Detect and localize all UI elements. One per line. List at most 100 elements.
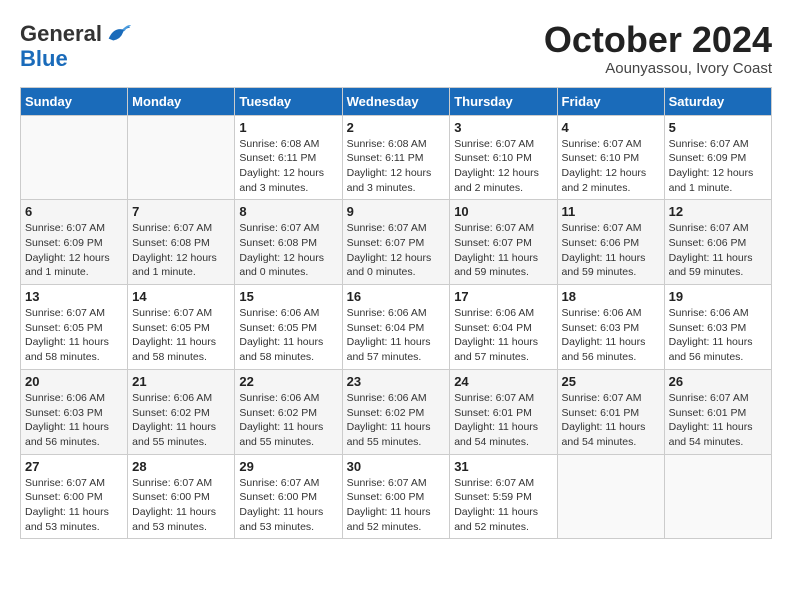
table-row: 5Sunrise: 6:07 AM Sunset: 6:09 PM Daylig… [664, 115, 771, 200]
table-row: 11 Sunrise: 6:07 AM Sunset: 6:06 PM Dayli… [557, 200, 664, 285]
header-thursday: Thursday [450, 87, 557, 115]
table-row [664, 454, 771, 539]
table-row: 16 Sunrise: 6:06 AM Sunset: 6:04 PM Dayli… [342, 285, 450, 370]
table-row: 9 Sunrise: 6:07 AM Sunset: 6:07 PM Daylig… [342, 200, 450, 285]
table-row: 18Sunrise: 6:06 AM Sunset: 6:03 PM Dayli… [557, 285, 664, 370]
table-row: 3Sunrise: 6:07 AM Sunset: 6:10 PM Daylig… [450, 115, 557, 200]
table-row: 6 Sunrise: 6:07 AM Sunset: 6:09 PM Daylig… [21, 200, 128, 285]
header-monday: Monday [128, 87, 235, 115]
day-number: 8 [239, 204, 337, 219]
day-info: Sunrise: 6:07 AM Sunset: 6:08 PM Dayligh… [132, 221, 230, 280]
table-row: 13 Sunrise: 6:07 AM Sunset: 6:05 PM Dayli… [21, 285, 128, 370]
table-row: 22 Sunrise: 6:06 AM Sunset: 6:02 PM Dayli… [235, 369, 342, 454]
table-row: 7Sunrise: 6:07 AM Sunset: 6:08 PM Daylig… [128, 200, 235, 285]
header-wednesday: Wednesday [342, 87, 450, 115]
table-row: 23 Sunrise: 6:06 AM Sunset: 6:02 PM Dayli… [342, 369, 450, 454]
day-info: Sunrise: 6:07 AM Sunset: 6:10 PM Dayligh… [562, 137, 660, 196]
header-sunday: Sunday [21, 87, 128, 115]
table-row: 28 Sunrise: 6:07 AM Sunset: 6:00 PM Dayli… [128, 454, 235, 539]
day-number: 21 [132, 374, 230, 389]
table-row: 20 Sunrise: 6:06 AM Sunset: 6:03 PM Dayli… [21, 369, 128, 454]
day-number: 13 [25, 289, 123, 304]
table-row: 10 Sunrise: 6:07 AM Sunset: 6:07 PM Dayli… [450, 200, 557, 285]
logo-bird-icon [104, 20, 132, 48]
calendar-week-row: 1Sunrise: 6:08 AM Sunset: 6:11 PM Daylig… [21, 115, 772, 200]
day-info: Sunrise: 6:07 AM Sunset: 5:59 PM Dayligh… [454, 476, 552, 535]
month-title: October 2024 [544, 20, 772, 60]
table-row: 2 Sunrise: 6:08 AM Sunset: 6:11 PM Daylig… [342, 115, 450, 200]
day-number: 31 [454, 459, 552, 474]
day-info: Sunrise: 6:06 AM Sunset: 6:02 PM Dayligh… [239, 391, 337, 450]
day-info: Sunrise: 6:07 AM Sunset: 6:06 PM Dayligh… [669, 221, 767, 280]
logo: General Blue [20, 20, 132, 71]
table-row: 8Sunrise: 6:07 AM Sunset: 6:08 PM Daylig… [235, 200, 342, 285]
day-info: Sunrise: 6:06 AM Sunset: 6:02 PM Dayligh… [132, 391, 230, 450]
calendar-table: Sunday Monday Tuesday Wednesday Thursday… [20, 87, 772, 540]
table-row: 14 Sunrise: 6:07 AM Sunset: 6:05 PM Dayli… [128, 285, 235, 370]
table-row: 30Sunrise: 6:07 AM Sunset: 6:00 PM Dayli… [342, 454, 450, 539]
table-row: 19Sunrise: 6:06 AM Sunset: 6:03 PM Dayli… [664, 285, 771, 370]
day-number: 22 [239, 374, 337, 389]
table-row: 15 Sunrise: 6:06 AM Sunset: 6:05 PM Dayli… [235, 285, 342, 370]
table-row: 27Sunrise: 6:07 AM Sunset: 6:00 PM Dayli… [21, 454, 128, 539]
day-info: Sunrise: 6:07 AM Sunset: 6:01 PM Dayligh… [454, 391, 552, 450]
day-info: Sunrise: 6:08 AM Sunset: 6:11 PM Dayligh… [347, 137, 446, 196]
table-row [21, 115, 128, 200]
day-info: Sunrise: 6:07 AM Sunset: 6:07 PM Dayligh… [454, 221, 552, 280]
day-info: Sunrise: 6:06 AM Sunset: 6:02 PM Dayligh… [347, 391, 446, 450]
table-row: 26Sunrise: 6:07 AM Sunset: 6:01 PM Dayli… [664, 369, 771, 454]
day-number: 11 [562, 204, 660, 219]
calendar-week-row: 20 Sunrise: 6:06 AM Sunset: 6:03 PM Dayli… [21, 369, 772, 454]
day-number: 2 [347, 120, 446, 135]
day-number: 27 [25, 459, 123, 474]
table-row [128, 115, 235, 200]
calendar-week-row: 27 Sunrise: 6:07 AM Sunset: 6:00 PM Dayli… [21, 454, 772, 539]
day-info: Sunrise: 6:07 AM Sunset: 6:00 PM Dayligh… [347, 476, 446, 535]
day-info: Sunrise: 6:06 AM Sunset: 6:03 PM Dayligh… [25, 391, 123, 450]
day-info: Sunrise: 6:06 AM Sunset: 6:04 PM Dayligh… [347, 306, 446, 365]
title-block: October 2024 Aounyassou, Ivory Coast [544, 20, 772, 77]
day-info: Sunrise: 6:07 AM Sunset: 6:00 PM Dayligh… [132, 476, 230, 535]
calendar-week-row: 13 Sunrise: 6:07 AM Sunset: 6:05 PM Dayli… [21, 285, 772, 370]
day-info: Sunrise: 6:07 AM Sunset: 6:01 PM Dayligh… [562, 391, 660, 450]
day-number: 29 [239, 459, 337, 474]
day-number: 15 [239, 289, 337, 304]
logo-general: General [20, 23, 102, 45]
table-row: 4 Sunrise: 6:07 AM Sunset: 6:10 PM Daylig… [557, 115, 664, 200]
day-info: Sunrise: 6:06 AM Sunset: 6:03 PM Dayligh… [669, 306, 767, 365]
day-number: 20 [25, 374, 123, 389]
day-info: Sunrise: 6:07 AM Sunset: 6:01 PM Dayligh… [669, 391, 767, 450]
day-number: 12 [669, 204, 767, 219]
day-info: Sunrise: 6:06 AM Sunset: 6:05 PM Dayligh… [239, 306, 337, 365]
day-number: 16 [347, 289, 446, 304]
table-row: 17 Sunrise: 6:06 AM Sunset: 6:04 PM Dayli… [450, 285, 557, 370]
header-friday: Friday [557, 87, 664, 115]
day-info: Sunrise: 6:07 AM Sunset: 6:07 PM Dayligh… [347, 221, 446, 280]
day-number: 14 [132, 289, 230, 304]
day-info: Sunrise: 6:08 AM Sunset: 6:11 PM Dayligh… [239, 137, 337, 196]
table-row [557, 454, 664, 539]
day-number: 6 [25, 204, 123, 219]
table-row: 25Sunrise: 6:07 AM Sunset: 6:01 PM Dayli… [557, 369, 664, 454]
day-number: 18 [562, 289, 660, 304]
day-number: 10 [454, 204, 552, 219]
day-info: Sunrise: 6:07 AM Sunset: 6:00 PM Dayligh… [239, 476, 337, 535]
header-tuesday: Tuesday [235, 87, 342, 115]
table-row: 29 Sunrise: 6:07 AM Sunset: 6:00 PM Dayli… [235, 454, 342, 539]
page-header: General Blue October 2024 Aounyassou, Iv… [20, 20, 772, 77]
day-info: Sunrise: 6:07 AM Sunset: 6:06 PM Dayligh… [562, 221, 660, 280]
day-info: Sunrise: 6:07 AM Sunset: 6:05 PM Dayligh… [132, 306, 230, 365]
day-number: 4 [562, 120, 660, 135]
day-number: 17 [454, 289, 552, 304]
table-row: 24Sunrise: 6:07 AM Sunset: 6:01 PM Dayli… [450, 369, 557, 454]
day-info: Sunrise: 6:06 AM Sunset: 6:04 PM Dayligh… [454, 306, 552, 365]
day-number: 9 [347, 204, 446, 219]
table-row: 1Sunrise: 6:08 AM Sunset: 6:11 PM Daylig… [235, 115, 342, 200]
day-info: Sunrise: 6:07 AM Sunset: 6:05 PM Dayligh… [25, 306, 123, 365]
day-number: 23 [347, 374, 446, 389]
day-number: 28 [132, 459, 230, 474]
table-row: 21 Sunrise: 6:06 AM Sunset: 6:02 PM Dayli… [128, 369, 235, 454]
day-info: Sunrise: 6:07 AM Sunset: 6:10 PM Dayligh… [454, 137, 552, 196]
day-info: Sunrise: 6:07 AM Sunset: 6:09 PM Dayligh… [25, 221, 123, 280]
header-saturday: Saturday [664, 87, 771, 115]
